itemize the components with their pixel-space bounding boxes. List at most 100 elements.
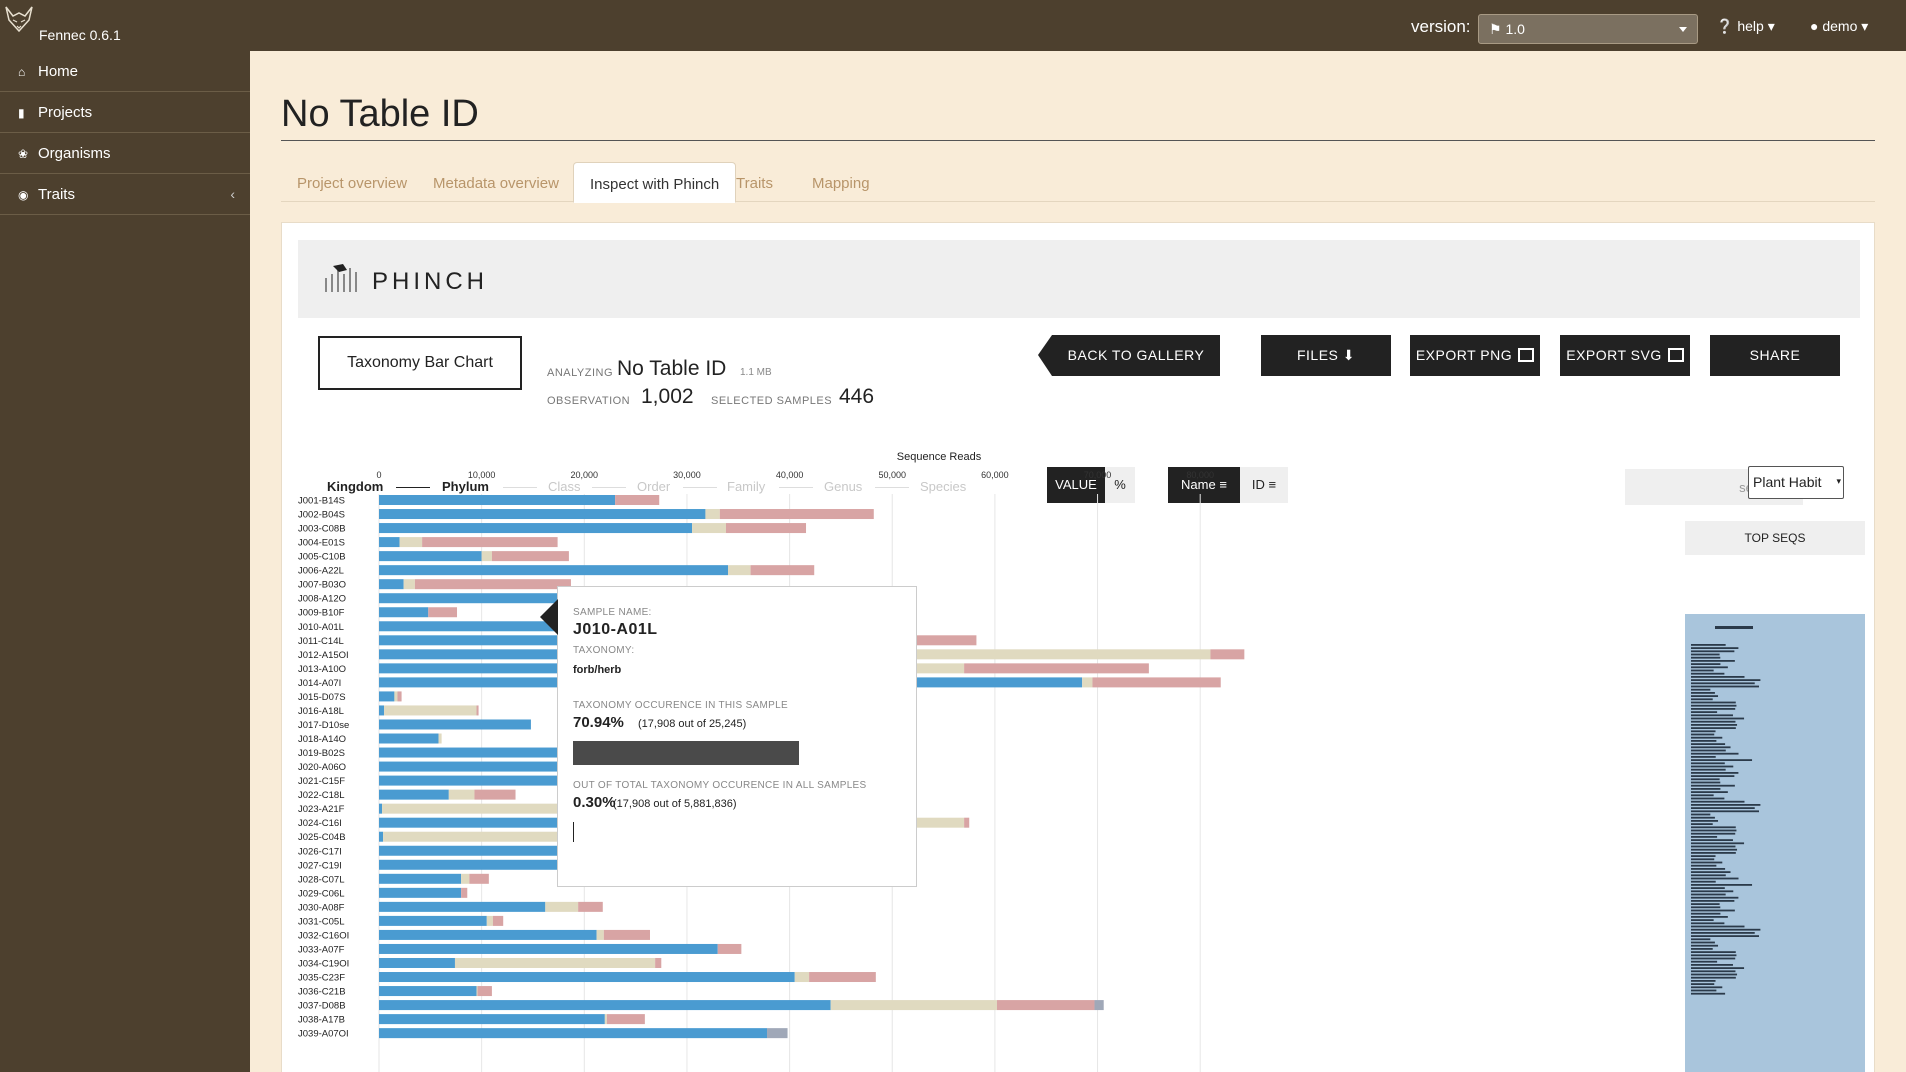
version-select[interactable]: ⚑ 1.0 — [1478, 14, 1698, 44]
minimap-row — [1691, 804, 1761, 806]
minimap-row — [1691, 989, 1717, 992]
bar-segment — [719, 509, 874, 520]
chevron-left-icon: ‹ — [230, 186, 235, 202]
minimap-row — [1691, 727, 1736, 729]
phinch-logo-icon — [325, 264, 357, 292]
minimap-row — [1691, 752, 1739, 755]
tooltip-sample-label: SAMPLE NAME: — [573, 607, 652, 618]
export-svg-button[interactable]: EXPORT SVG — [1560, 335, 1690, 376]
sample-label: J025-C04B — [298, 832, 346, 843]
button-label: SHARE — [1749, 347, 1801, 363]
analyzing-value: No Table ID — [617, 357, 727, 380]
minimap[interactable] — [1685, 614, 1865, 1072]
minimap-row — [1691, 864, 1717, 867]
back-to-gallery-button[interactable]: BACK TO GALLERY — [1052, 335, 1220, 376]
sample-label: J005-C10B — [298, 552, 346, 563]
minimap-row — [1691, 720, 1736, 723]
minimap-row — [1691, 880, 1716, 883]
bar-segment — [655, 957, 662, 968]
minimap-row — [1691, 682, 1755, 685]
sample-label: J001-B14S — [298, 496, 345, 507]
bar-segment — [379, 986, 477, 997]
minimap-row — [1691, 704, 1737, 707]
minimap-row — [1691, 980, 1716, 982]
minimap-row — [1691, 868, 1726, 870]
tab-mapping[interactable]: Mapping — [796, 162, 886, 203]
minimap-row — [1691, 781, 1721, 784]
caret-down-icon: ▾ — [1836, 476, 1841, 486]
minimap-row — [1691, 772, 1739, 774]
minimap-row — [1691, 944, 1719, 947]
bar-segment — [461, 887, 468, 898]
fennec-logo-icon — [5, 6, 33, 33]
bar-segment — [469, 873, 489, 884]
brand[interactable]: Fennec 0.6.1 — [0, 0, 250, 51]
minimap-row — [1691, 861, 1723, 864]
observation-label: OBSERVATION — [547, 395, 631, 407]
minimap-row — [1691, 701, 1736, 704]
minimap-row — [1691, 909, 1735, 912]
minimap-row — [1691, 756, 1716, 758]
bar-segment — [379, 1000, 831, 1011]
minimap-row — [1691, 932, 1755, 934]
minimap-row — [1691, 976, 1736, 979]
observation-value: 1,002 — [641, 385, 694, 408]
taxonomy-bar-chart-button[interactable]: Taxonomy Bar Chart — [318, 336, 522, 390]
sidebar-item-projects[interactable]: ▮ Projects — [0, 92, 250, 133]
minimap-row — [1691, 874, 1726, 877]
help-menu[interactable]: ❔ help ▾ — [1716, 18, 1775, 35]
button-label: BACK TO GALLERY — [1067, 347, 1205, 363]
minimap-row — [1691, 925, 1745, 928]
sidebar: ⌂ Home ▮ Projects ❀ Organisms ◉ Traits ‹ — [0, 51, 250, 1072]
export-png-button[interactable]: EXPORT PNG — [1410, 335, 1540, 376]
bar-segment — [379, 537, 400, 548]
tab-inspect-with-phinch[interactable]: Inspect with Phinch — [573, 162, 737, 203]
minimap-row — [1691, 733, 1715, 736]
bar-segment — [379, 943, 718, 954]
minimap-row — [1691, 791, 1728, 793]
minimap-row — [1691, 855, 1716, 857]
bar-segment — [476, 705, 479, 716]
minimap-handle — [1715, 626, 1753, 629]
user-menu[interactable]: ● demo ▾ — [1810, 18, 1868, 35]
bar-segment — [692, 523, 726, 534]
minimap-row — [1691, 960, 1718, 963]
bar-segment — [379, 972, 795, 983]
minimap-row — [1691, 759, 1753, 761]
minimap-row — [1691, 887, 1725, 889]
minimap-row — [1691, 685, 1759, 688]
bar-segment — [461, 873, 470, 884]
minimap-row — [1691, 820, 1719, 822]
share-button[interactable]: SHARE — [1710, 335, 1840, 376]
minimap-row — [1691, 890, 1734, 893]
bar-segment — [477, 986, 492, 997]
tag-icon: ⚑ — [1489, 21, 1502, 37]
leaf-icon: ❀ — [18, 147, 29, 161]
sidebar-item-home[interactable]: ⌂ Home — [0, 51, 250, 92]
file-size: 1.1 MB — [740, 367, 772, 378]
minimap-row — [1691, 797, 1725, 800]
tab-metadata-overview[interactable]: Metadata overview — [417, 162, 575, 203]
bar-segment — [454, 957, 656, 968]
sample-label: J022-C18L — [298, 790, 344, 801]
minimap-row — [1691, 829, 1737, 832]
attribute-select[interactable]: Plant Habit ▾ — [1748, 466, 1844, 499]
minimap-row — [1691, 768, 1726, 771]
tooltip-total-bar — [573, 822, 574, 842]
sidebar-item-organisms[interactable]: ❀ Organisms — [0, 133, 250, 174]
bar-segment — [578, 901, 603, 912]
bar-segment — [379, 509, 706, 520]
button-label: EXPORT PNG — [1415, 347, 1513, 363]
files-button[interactable]: FILES ⬇ — [1261, 335, 1391, 376]
tab-traits[interactable]: Traits — [720, 162, 789, 203]
sidebar-item-label: Organisms — [38, 145, 111, 162]
sidebar-item-label: Projects — [38, 104, 93, 121]
sample-label: J023-A21F — [298, 804, 345, 815]
bar-chart-icon — [1518, 348, 1535, 362]
sidebar-item-traits[interactable]: ◉ Traits ‹ — [0, 174, 250, 215]
bar-segment — [379, 929, 597, 940]
bar-segment — [384, 705, 477, 716]
bar-segment — [481, 551, 492, 562]
top-seqs-button[interactable]: TOP SEQS — [1685, 521, 1865, 555]
tab-project-overview[interactable]: Project overview — [281, 162, 423, 203]
